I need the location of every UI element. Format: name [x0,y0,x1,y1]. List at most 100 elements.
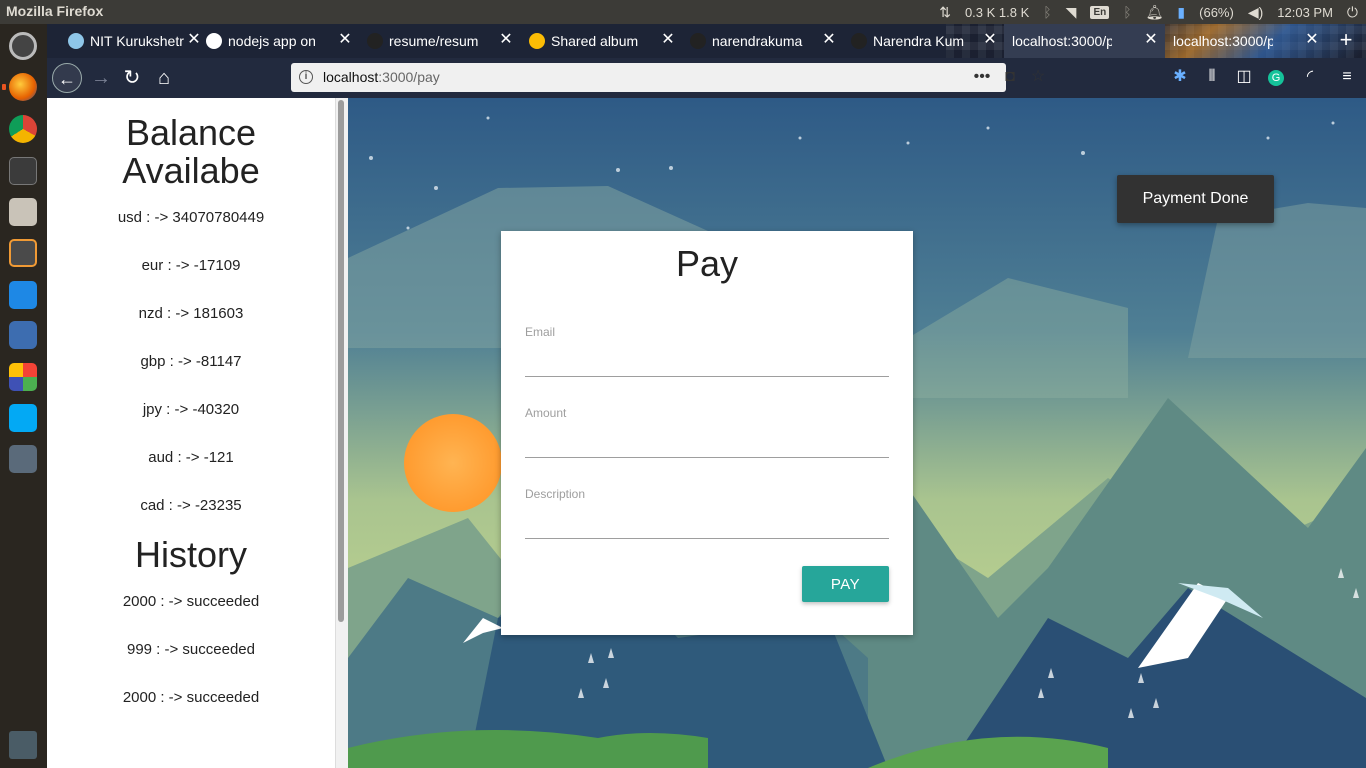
tab-close-icon[interactable]: ✕ [337,32,353,48]
browser-tab[interactable]: nodejs app on ✕ [198,24,359,58]
tab-close-icon[interactable]: ✕ [1304,32,1320,48]
wifi-icon[interactable]: ◥ [1066,4,1077,21]
pay-card: Pay Email Amount Description PAY [501,231,913,635]
browser-tab-strip: NIT Kurukshetr ✕ nodejs app on ✕ resume/resu… [47,24,1366,98]
active-app-title: Mozilla Firefox [6,3,104,19]
trash-icon[interactable] [9,731,37,759]
browser-tab[interactable]: narendrakuma ✕ [682,24,843,58]
notification-bell-icon[interactable]: 🔔︎ [1146,4,1164,21]
terminal-launcher-icon[interactable] [9,157,37,185]
system-top-bar: Mozilla Firefox ⇅ 0.3 K 1.8 K ᛒ ◥ En ᛒ 🔔… [0,0,1366,24]
balance-side-panel[interactable]: Balance Availabe usd : -> 34070780449 eur… [47,98,336,768]
site-info-icon[interactable]: i [299,70,313,84]
app-launcher-icon[interactable] [9,321,37,349]
tab-close-icon[interactable]: ✕ [821,32,837,48]
history-item: 999 : -> succeeded [126,641,255,658]
battery-percent: (66%) [1199,4,1234,20]
bookmark-star-icon[interactable]: ☆ [1028,67,1048,87]
pay-button[interactable]: PAY [802,566,889,602]
balance-item: aud : -> -121 [148,449,234,466]
browser-tab[interactable]: NIT Kurukshetr ✕ [62,24,208,58]
pocket-icon[interactable]: ◘ [1000,67,1020,87]
url-path: :3000/pay [378,69,440,85]
sublime-text-launcher-icon[interactable] [9,239,37,267]
tab-favicon-icon [367,33,383,49]
balance-list: usd : -> 34070780449 eur : -> -17109 nzd :… [47,194,335,530]
payment-done-toast[interactable]: Payment Done [1117,175,1274,223]
grammarly-icon[interactable]: G [1265,66,1287,88]
email-field-group: Email [525,325,889,377]
files-launcher-icon[interactable] [9,198,37,226]
extension-icon[interactable]: ✱ [1169,66,1191,88]
tab-title: Shared album [551,33,639,49]
reload-button[interactable]: ↻ [117,63,147,93]
history-item: 2000 : -> succeeded [122,689,260,706]
browser-tab[interactable]: Narendra Kum ✕ [843,24,1004,58]
tab-title: Narendra Kum [873,33,965,49]
history-item: 2000 : -> succeeded [122,593,260,610]
forward-button[interactable]: → [86,63,116,93]
tab-close-icon[interactable]: ✕ [660,32,676,48]
unity-launcher [0,24,47,768]
tab-close-icon[interactable]: ✕ [1143,32,1159,48]
url-text: localhost:3000/pay [323,69,440,85]
open-menu-icon[interactable]: ≡ [1336,66,1358,88]
running-indicator [2,84,6,90]
amount-label: Amount [525,406,567,420]
tab-title: localhost:3000/pa [1173,33,1273,49]
browser-tab[interactable]: localhost:3000/pa ✕ [1004,24,1165,58]
extension-c-icon[interactable]: ◜ [1299,66,1321,88]
power-icon[interactable]: ⏻ [1347,4,1358,21]
dash-home-icon[interactable] [9,32,37,60]
browser-tab[interactable]: localhost:3000/pa ✕ [1165,24,1326,58]
url-host: localhost [323,69,379,85]
url-bar[interactable]: i localhost:3000/pay ••• ◘ ☆ [291,63,1045,92]
browser-tab[interactable]: resume/resum ✕ [359,24,520,58]
tab-favicon-icon [68,33,84,49]
amount-field[interactable] [525,430,889,458]
history-list: 2000 : -> succeeded 999 : -> succeeded 200… [47,578,335,722]
pay-card-title: Pay [675,243,739,284]
tab-title: narendrakuma [712,33,803,49]
bluetooth-icon[interactable]: ᛒ [1043,4,1051,20]
clock[interactable]: 12:03 PM [1277,5,1333,20]
browser-tab[interactable]: Shared album ✕ [521,24,682,58]
keyboard-layout-indicator[interactable]: En [1090,5,1110,19]
tab-close-icon[interactable]: ✕ [498,32,514,48]
tab-title: NIT Kurukshetr [90,33,184,49]
description-field[interactable] [525,511,889,539]
window-launcher-icon[interactable] [9,281,37,309]
tab-close-icon[interactable]: ✕ [982,32,998,48]
tab-favicon-icon [851,33,867,49]
workspace-switcher-icon[interactable] [9,404,37,432]
store-launcher-icon[interactable] [9,363,37,391]
battery-icon[interactable]: ▮ [1177,4,1185,21]
new-tab-button[interactable]: + [1334,28,1358,52]
home-button[interactable]: ⌂ [149,63,179,93]
tab-favicon-icon [529,33,545,49]
network-transfer-icon[interactable]: ⇅ [939,4,951,21]
balance-item: nzd : -> 181603 [138,305,244,322]
tab-title: resume/resum [389,33,479,49]
chrome-launcher-icon[interactable] [9,115,37,143]
balance-item: jpy : -> -40320 [142,401,240,418]
sidebar-toggle-icon[interactable]: ◫ [1233,66,1255,88]
side-panel-scroll-thumb[interactable] [338,100,344,622]
tab-title: nodejs app on [228,33,316,49]
disk-launcher-icon[interactable] [9,445,37,473]
balance-item: eur : -> -17109 [141,257,241,274]
browser-nav-bar: ← → ↻ ⌂ i localhost:3000/pay ••• ◘ ☆ ✱ ⫴… [47,58,1366,98]
description-label: Description [525,487,586,501]
page-actions-icon[interactable]: ••• [972,67,992,87]
page-viewport: Balance Availabe usd : -> 34070780449 eur… [47,98,1366,768]
bluetooth-icon-secondary[interactable]: ᛒ [1123,4,1131,20]
tab-favicon-icon [206,33,222,49]
volume-icon[interactable]: ◀) [1248,4,1263,21]
library-icon[interactable]: ⫴ [1201,66,1223,88]
network-speed: 0.3 K 1.8 K [964,4,1030,20]
email-field[interactable] [525,349,889,377]
back-button[interactable]: ← [52,63,82,93]
firefox-launcher-icon[interactable] [2,73,37,101]
tab-favicon-icon [690,33,706,49]
tab-title: localhost:3000/pa [1012,33,1112,49]
